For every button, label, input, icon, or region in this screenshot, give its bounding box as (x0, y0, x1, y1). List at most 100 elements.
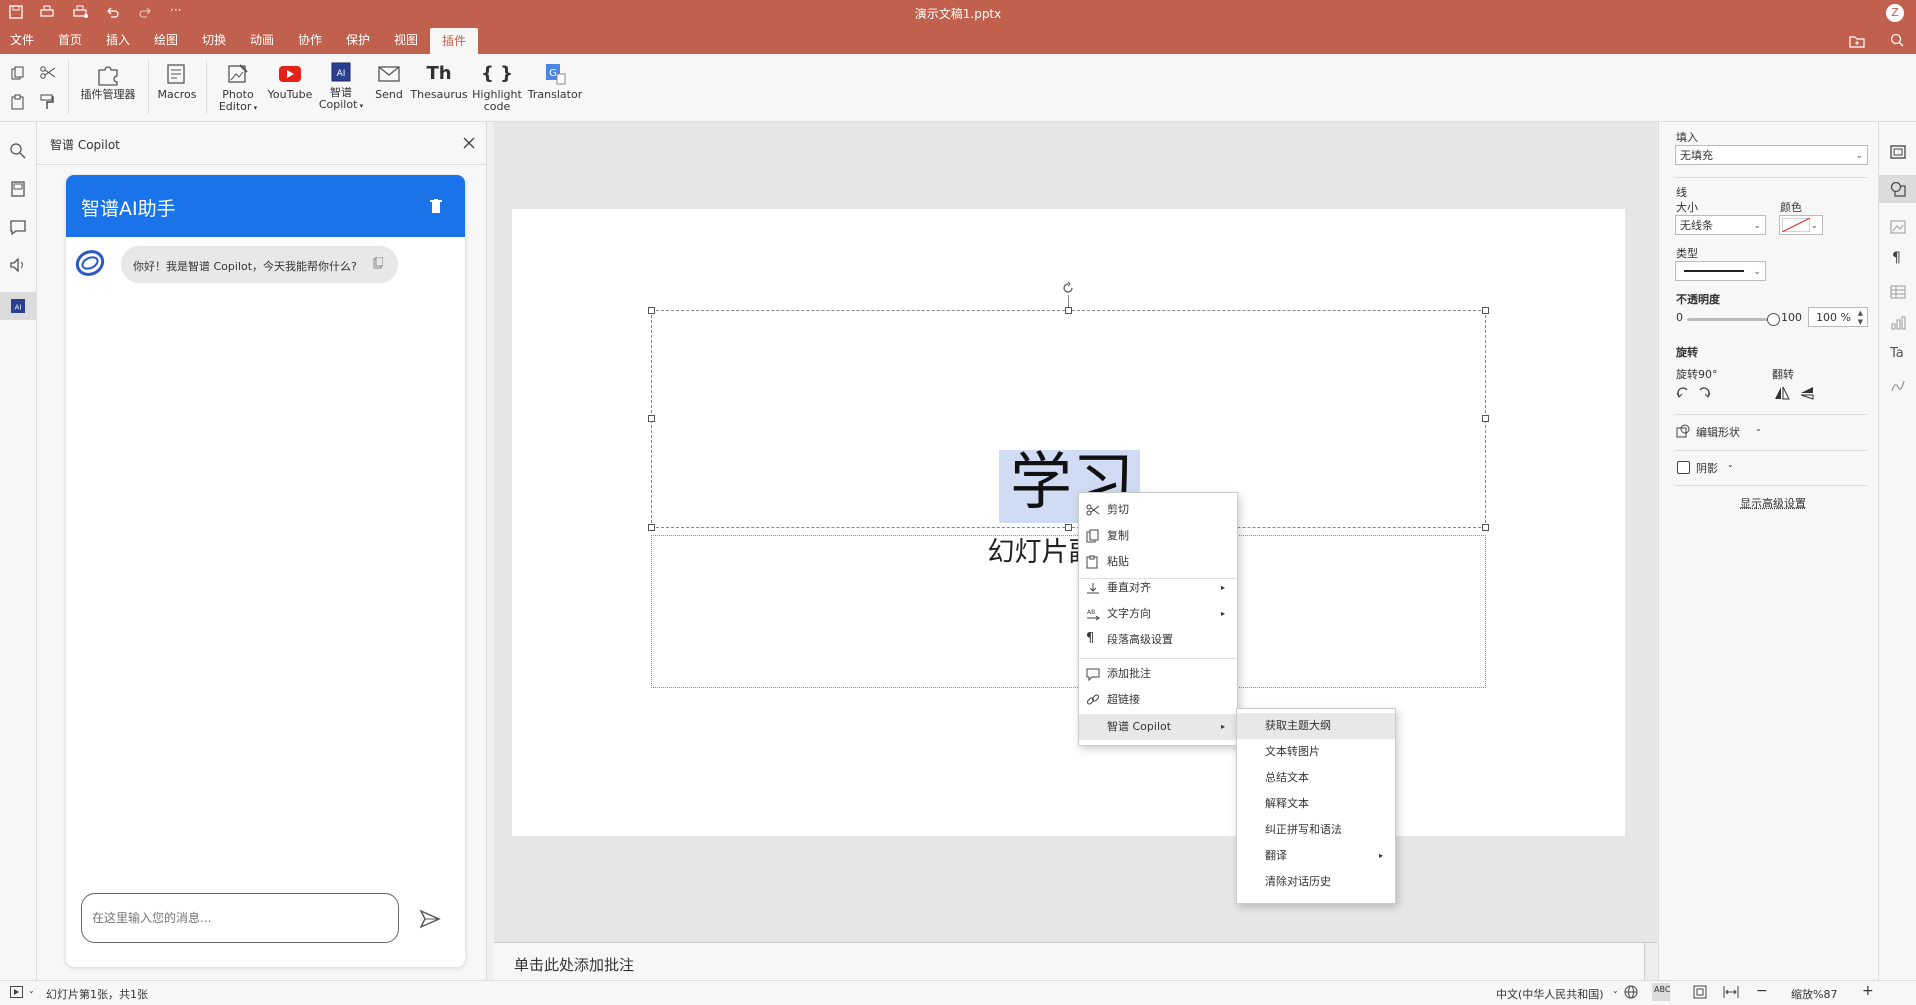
send-message-icon[interactable] (419, 909, 441, 929)
menu-copy[interactable]: 复制 (1079, 523, 1237, 549)
table-settings-icon[interactable] (1890, 284, 1906, 300)
speaker-icon[interactable] (9, 256, 27, 274)
youtube-button[interactable]: YouTube (264, 62, 316, 101)
menu-collaborate[interactable]: 协作 (290, 26, 330, 54)
submenu-summarize[interactable]: 总结文本 (1237, 765, 1395, 791)
menu-copilot[interactable]: 智谱 Copilot ▸ (1079, 714, 1237, 740)
rotate-handle-icon[interactable] (1061, 281, 1075, 295)
menu-home[interactable]: 首页 (50, 26, 90, 54)
resize-handle[interactable] (1482, 524, 1489, 531)
language-selector[interactable]: 中文(中华人民共和国) (1496, 986, 1604, 1002)
open-folder-icon[interactable] (1849, 34, 1865, 48)
chevron-down-icon[interactable]: ⌄ (28, 986, 35, 995)
translator-button[interactable]: G Translator (526, 62, 584, 101)
slides-icon[interactable] (9, 180, 27, 198)
send-button[interactable]: Send (370, 62, 408, 101)
flip-horizontal-icon[interactable] (1774, 386, 1790, 400)
line-color-picker[interactable]: ⌄ (1779, 215, 1823, 235)
resize-handle[interactable] (1065, 307, 1072, 314)
menu-vertical-align[interactable]: 垂直对齐 ▸ (1079, 575, 1237, 601)
chart-settings-icon[interactable] (1890, 315, 1906, 331)
menu-insert[interactable]: 插入 (98, 26, 138, 54)
fit-slide-icon[interactable] (1693, 985, 1707, 999)
copilot-plugin-button[interactable]: AI 智谱 Copilot ▾ (318, 60, 364, 112)
slide-canvas[interactable]: 学习 幻灯片副标题 (512, 209, 1625, 836)
spellcheck-icon[interactable]: ABC (1654, 985, 1670, 994)
rotate-left-icon[interactable] (1676, 386, 1690, 400)
shape-settings-icon[interactable] (1890, 181, 1906, 197)
menu-transitions[interactable]: 切换 (194, 26, 234, 54)
comments-icon[interactable] (9, 218, 27, 236)
line-size-select[interactable]: 无线条 ⌄ (1675, 215, 1766, 235)
flip-vertical-icon[interactable] (1799, 386, 1815, 400)
photo-editor-button[interactable]: Photo Editor ▾ (214, 62, 262, 114)
copilot-ai-icon[interactable]: AI (9, 297, 27, 315)
notes-scrollbar[interactable] (1644, 943, 1657, 981)
text-art-icon[interactable]: Ta (1890, 346, 1904, 361)
menu-plugins[interactable]: 插件 (430, 28, 478, 54)
notes-pane[interactable]: 单击此处添加批注 (494, 942, 1657, 981)
zoom-in-icon[interactable]: + (1862, 983, 1874, 999)
menu-view[interactable]: 视图 (386, 26, 426, 54)
menu-protect[interactable]: 保护 (338, 26, 378, 54)
menu-animation[interactable]: 动画 (242, 26, 282, 54)
menu-file[interactable]: 文件 (2, 26, 42, 54)
thesaurus-button[interactable]: Th Thesaurus (410, 62, 468, 101)
user-avatar[interactable]: Z (1886, 4, 1904, 22)
submenu-explain[interactable]: 解释文本 (1237, 791, 1395, 817)
chat-message-input[interactable] (81, 893, 399, 943)
highlight-code-button[interactable]: { } Highlight code (472, 62, 522, 113)
submenu-spellcheck[interactable]: 纠正拼写和语法 (1237, 817, 1395, 843)
resize-handle[interactable] (1482, 415, 1489, 422)
submenu-text-to-image[interactable]: 文本转图片 (1237, 739, 1395, 765)
menu-text-direction[interactable]: AB 文字方向 ▸ (1079, 601, 1237, 627)
notes-placeholder[interactable]: 单击此处添加批注 (514, 954, 634, 975)
resize-handle[interactable] (648, 415, 655, 422)
opacity-input[interactable]: 100 % ▲ ▼ (1808, 307, 1868, 327)
plugin-manager-button[interactable]: 插件管理器 (74, 62, 142, 101)
menu-paragraph-settings[interactable]: ¶ 段落高级设置 (1079, 627, 1237, 653)
menu-add-comment[interactable]: 添加批注 (1079, 661, 1237, 687)
search-icon[interactable] (1890, 33, 1904, 47)
fill-select[interactable]: 无填充 ⌄ (1675, 145, 1868, 165)
slide-settings-icon[interactable] (1890, 144, 1906, 160)
paste-icon[interactable] (11, 94, 25, 110)
submenu-clear-history[interactable]: 清除对话历史 (1237, 869, 1395, 895)
menu-draw[interactable]: 绘图 (146, 26, 186, 54)
line-type-select[interactable]: ⌄ (1675, 261, 1766, 281)
image-settings-icon[interactable] (1890, 219, 1906, 235)
slide-subtitle-text[interactable]: 幻灯片副标题 (651, 536, 1486, 570)
menu-cut[interactable]: 剪切 (1079, 497, 1237, 523)
trash-icon[interactable] (430, 199, 442, 214)
resize-handle[interactable] (648, 307, 655, 314)
fit-width-icon[interactable] (1723, 985, 1739, 999)
resize-handle[interactable] (1065, 524, 1072, 531)
macros-button[interactable]: Macros (154, 62, 200, 101)
resize-handle[interactable] (648, 524, 655, 531)
chevron-down-icon[interactable]: ⌄ (1755, 424, 1762, 433)
advanced-settings-link[interactable]: 显示高级设置 (1740, 495, 1806, 511)
zoom-level[interactable]: 缩放%87 (1791, 986, 1837, 1002)
zoom-out-icon[interactable]: − (1756, 983, 1768, 999)
chevron-down-icon[interactable]: ⌄ (1612, 986, 1619, 995)
format-painter-icon[interactable] (40, 94, 54, 110)
chevron-down-icon[interactable]: ⌄ (1727, 460, 1734, 469)
close-icon[interactable] (463, 137, 475, 149)
opacity-slider-thumb[interactable] (1767, 313, 1780, 326)
play-slideshow-icon[interactable] (10, 986, 24, 998)
shadow-checkbox[interactable] (1677, 461, 1690, 474)
copy-icon[interactable] (11, 66, 25, 80)
resize-handle[interactable] (1482, 307, 1489, 314)
signature-icon[interactable] (1890, 378, 1906, 394)
edit-shape-button[interactable]: 编辑形状 (1696, 424, 1740, 440)
menu-paste[interactable]: 粘贴 (1079, 549, 1237, 575)
search-icon[interactable] (9, 142, 27, 160)
opacity-slider-track[interactable] (1687, 318, 1771, 321)
menu-hyperlink[interactable]: 超链接 (1079, 687, 1237, 713)
globe-icon[interactable] (1624, 985, 1638, 999)
paragraph-settings-icon[interactable]: ¶ (1892, 250, 1901, 266)
submenu-translate[interactable]: 翻译 ▸ (1237, 843, 1395, 869)
copy-message-icon[interactable] (373, 257, 383, 269)
cut-icon[interactable] (40, 66, 56, 80)
submenu-topic-outline[interactable]: 获取主题大纲 (1237, 713, 1395, 739)
